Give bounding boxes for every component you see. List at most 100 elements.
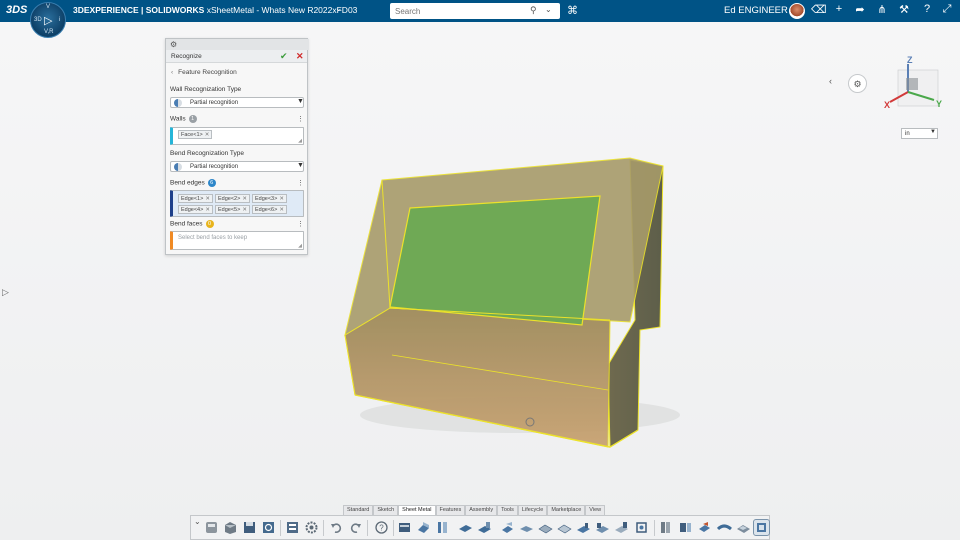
tag-icon[interactable]: ⌘ <box>567 4 578 17</box>
bend-edges-menu-icon[interactable]: ⋮ <box>297 179 304 187</box>
search-input[interactable] <box>395 4 525 18</box>
selection-chip[interactable]: Edge<5> ✕ <box>215 205 250 214</box>
caret-down-icon: ▼ <box>297 162 304 169</box>
tab-marketplace[interactable]: Marketplace <box>547 505 586 515</box>
tab-standard[interactable]: Standard <box>343 505 374 515</box>
refresh-icon[interactable] <box>261 520 276 535</box>
properties-icon[interactable] <box>285 520 300 535</box>
insert-bends-icon[interactable] <box>736 520 751 535</box>
compass-east[interactable]: i <box>59 17 60 23</box>
options-gear-icon[interactable] <box>304 520 319 535</box>
selection-chip[interactable]: Edge<3> ✕ <box>252 194 287 203</box>
flatten-icon[interactable] <box>717 520 732 535</box>
jog-icon[interactable] <box>519 520 534 535</box>
share-icon[interactable]: ➦ <box>853 3 867 16</box>
save-icon[interactable] <box>242 520 257 535</box>
help-icon[interactable]: ? <box>374 520 389 535</box>
tab-assembly[interactable]: Assembly <box>465 505 498 515</box>
app-brand: 3DEXPERIENCE | SOLIDWORKS <box>73 5 205 15</box>
closed-corner-icon[interactable] <box>576 520 591 535</box>
undo-icon[interactable] <box>329 520 344 535</box>
compass-west[interactable]: 3D <box>34 17 42 23</box>
bend-type-dropdown[interactable]: Partial recognition ▼ <box>170 161 304 172</box>
chevron-down-icon[interactable]: ⌄ <box>335 3 343 14</box>
chip-remove-icon[interactable]: ✕ <box>242 207 247 213</box>
tab-tools[interactable]: Tools <box>497 505 518 515</box>
break-corner-icon[interactable] <box>614 520 629 535</box>
expand-panel-icon[interactable]: ▷ <box>2 287 9 298</box>
welded-corner-icon[interactable] <box>595 520 610 535</box>
redo-icon[interactable] <box>348 520 363 535</box>
base-flange-icon[interactable] <box>416 520 431 535</box>
chip-remove-icon[interactable]: ✕ <box>279 196 284 202</box>
save-to-platform-icon[interactable] <box>204 520 219 535</box>
bend-faces-menu-icon[interactable]: ⋮ <box>297 220 304 228</box>
search-box[interactable]: ⚲ ⌄ <box>390 3 560 19</box>
avatar[interactable] <box>789 3 805 19</box>
chip-remove-icon[interactable]: ✕ <box>279 207 284 213</box>
compass-south[interactable]: V,R <box>44 29 53 35</box>
collapse-chevron-icon[interactable]: ‹ <box>829 76 832 86</box>
edge-flange-icon[interactable] <box>458 520 473 535</box>
fold-icon[interactable] <box>678 520 693 535</box>
view-triad[interactable]: Z X Y <box>884 52 944 112</box>
chevron-down-icon[interactable]: ⌄ <box>194 517 201 526</box>
wall-type-dropdown[interactable]: Partial recognition ▼ <box>170 97 304 108</box>
search-icon[interactable]: ⚲ <box>530 5 537 16</box>
resize-grip-icon[interactable]: ◢ <box>298 138 302 144</box>
play-icon[interactable]: ▷ <box>44 14 52 27</box>
ok-check-icon[interactable]: ✔ <box>280 51 288 62</box>
recognize-icon[interactable] <box>753 519 770 536</box>
units-select[interactable]: in ▼ <box>901 128 938 139</box>
selection-chip[interactable]: Edge<6> ✕ <box>252 205 287 214</box>
tab-view[interactable]: View <box>585 505 606 515</box>
tab-sketch[interactable]: Sketch <box>373 505 399 515</box>
resize-grip-icon[interactable]: ◢ <box>298 243 302 249</box>
sheet-metal-model[interactable] <box>330 140 690 460</box>
bend-edges-selection-box[interactable]: Edge<1> ✕ Edge<2> ✕ Edge<3> ✕ Edge<4> ✕ Edge… <box>170 190 304 217</box>
feed-icon[interactable]: ⌫ <box>811 3 827 16</box>
selection-chip[interactable]: Edge<2> ✕ <box>215 194 250 203</box>
walls-menu-icon[interactable]: ⋮ <box>297 115 304 123</box>
convert-to-sheet-metal-icon[interactable] <box>435 520 450 535</box>
walls-selection-box[interactable]: Face<1> ✕ ◢ <box>170 127 304 145</box>
tab-lifecycle[interactable]: Lifecycle <box>517 505 548 515</box>
chip-remove-icon[interactable]: ✕ <box>205 132 210 138</box>
expand-icon[interactable]: ⤢ <box>940 3 954 16</box>
selected-face[interactable] <box>389 195 601 326</box>
bend-faces-selection-box[interactable]: Select bend faces to keep ◢ <box>170 231 304 250</box>
tab-sheet-metal[interactable]: Sheet Metal <box>398 505 436 515</box>
selection-chip[interactable]: Edge<1> ✕ <box>178 194 213 203</box>
network-icon[interactable]: ⋔ <box>875 3 889 16</box>
recognize-tab-icon[interactable]: ⚙ <box>170 40 177 49</box>
compass-north[interactable]: V <box>46 4 50 10</box>
add-icon[interactable]: + <box>832 3 846 15</box>
view-orientation-icon[interactable]: ⚙ <box>848 74 867 93</box>
open-icon[interactable] <box>223 520 238 535</box>
unfold-icon[interactable] <box>659 520 674 535</box>
chip-remove-icon[interactable]: ✕ <box>242 196 247 202</box>
search-options-chevron-icon[interactable]: ⌄ <box>545 5 552 14</box>
section-header[interactable]: ‹ Feature Recognition <box>171 69 237 76</box>
user-name[interactable]: Ed ENGINEER <box>724 5 788 16</box>
wall-type-value: Partial recognition <box>190 99 239 106</box>
chip-remove-icon[interactable]: ✕ <box>205 196 210 202</box>
selection-chip[interactable]: Face<1> ✕ <box>178 130 213 139</box>
top-bar: 3DS 3DEXPERIENCE | SOLIDWORKS xSheetMeta… <box>0 0 960 22</box>
hem-icon[interactable] <box>500 520 515 535</box>
chevron-left-icon[interactable]: ‹ <box>171 69 173 76</box>
tab-features[interactable]: Features <box>435 505 466 515</box>
cross-break-icon[interactable] <box>557 520 572 535</box>
sheet-metal-icon[interactable] <box>397 520 412 535</box>
no-bends-icon[interactable] <box>697 520 712 535</box>
sketched-bend-icon[interactable] <box>538 520 553 535</box>
selection-chip[interactable]: Edge<4> ✕ <box>178 205 213 214</box>
miter-flange-icon[interactable] <box>477 520 492 535</box>
tools-icon[interactable]: ⚒ <box>897 3 911 16</box>
corner-relief-icon[interactable] <box>634 520 649 535</box>
toolbar-separator <box>393 520 394 536</box>
compass-widget[interactable]: V 3D ▷ i V,R <box>30 2 66 38</box>
cancel-close-icon[interactable]: ✕ <box>296 51 304 62</box>
chip-remove-icon[interactable]: ✕ <box>205 207 210 213</box>
help-icon[interactable]: ? <box>920 3 934 15</box>
